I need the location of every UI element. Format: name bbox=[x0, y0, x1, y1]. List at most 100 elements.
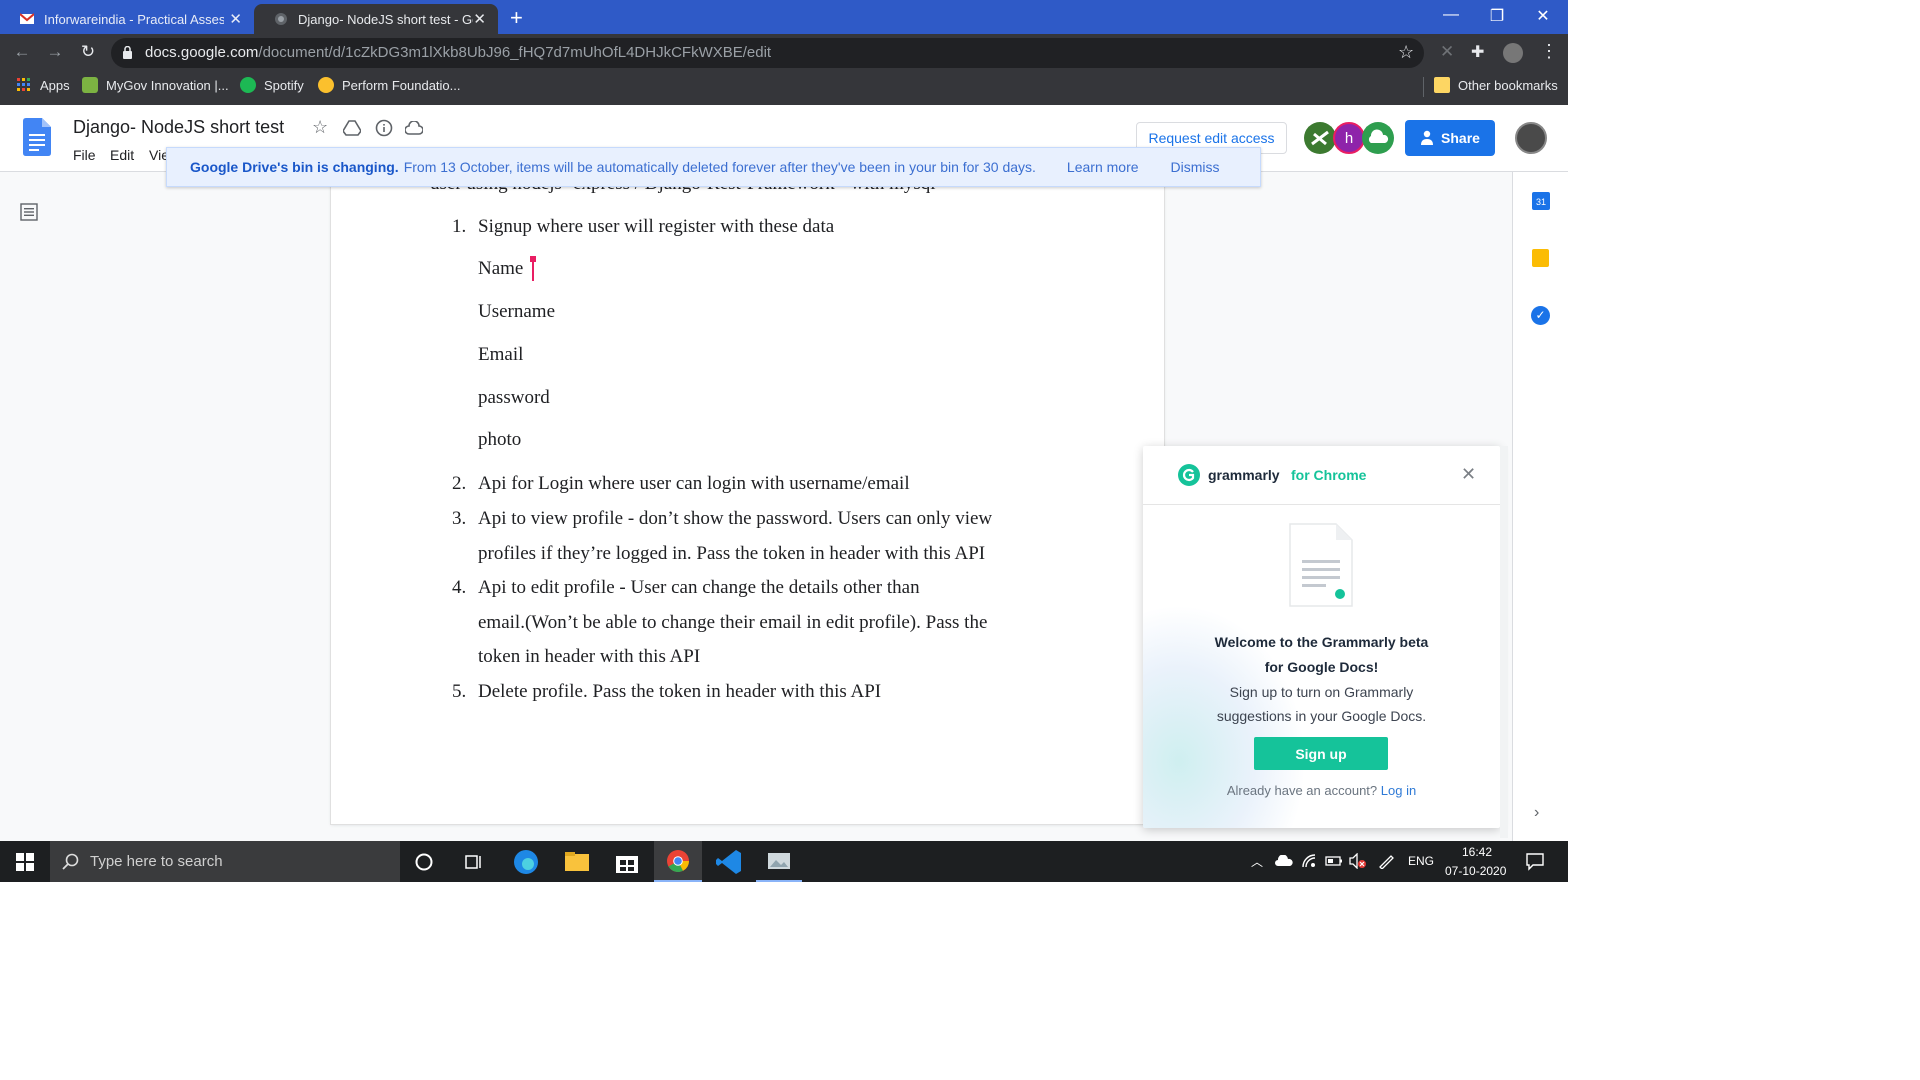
windows-start-icon[interactable] bbox=[16, 853, 34, 871]
bookmark-mygov[interactable]: MyGov Innovation |... bbox=[82, 77, 229, 93]
expand-panel-icon[interactable]: › bbox=[1534, 804, 1539, 822]
cloud-icon bbox=[1368, 129, 1389, 143]
list-number: 2. bbox=[452, 473, 467, 494]
language-indicator[interactable]: ENG bbox=[1408, 854, 1434, 868]
extensions-puzzle-icon[interactable]: ✚ bbox=[1471, 42, 1484, 62]
welcome-line-1: Welcome to the Grammarly beta bbox=[1214, 634, 1429, 650]
drive-move-icon[interactable] bbox=[343, 120, 361, 136]
close-window-icon[interactable]: ✕ bbox=[1520, 6, 1566, 26]
cortana-icon[interactable] bbox=[414, 852, 434, 872]
grammarly-popup: grammarly for Chrome ✕ Welcome to the Gr… bbox=[1143, 446, 1500, 828]
bookmark-star-icon[interactable]: ☆ bbox=[1398, 42, 1414, 63]
url-text[interactable]: docs.google.com/document/d/1cZkDG3m1lXkb… bbox=[145, 44, 771, 61]
pen-icon[interactable] bbox=[1378, 853, 1396, 869]
account-avatar[interactable] bbox=[1515, 122, 1547, 154]
list-number: 4. bbox=[452, 577, 467, 598]
profile-avatar[interactable] bbox=[1503, 43, 1523, 63]
info-icon[interactable] bbox=[375, 119, 393, 137]
file-explorer-icon[interactable] bbox=[562, 848, 592, 876]
edge-icon[interactable] bbox=[511, 848, 541, 876]
wifi-icon[interactable] bbox=[1301, 853, 1317, 869]
drive-bin-banner: Google Drive's bin is changing. From 13 … bbox=[166, 147, 1261, 187]
document-title[interactable]: Django- NodeJS short test bbox=[73, 117, 284, 138]
search-placeholder: Type here to search bbox=[90, 853, 223, 870]
clock-time[interactable]: 16:42 bbox=[1462, 845, 1492, 859]
tasks-icon[interactable]: ✓ bbox=[1531, 306, 1550, 325]
tab-title: Inforwareindia - Practical Assessm bbox=[44, 11, 224, 27]
grammarly-header: grammarly for Chrome ✕ bbox=[1143, 446, 1500, 505]
scrollbar-track[interactable] bbox=[1500, 446, 1508, 838]
store-icon[interactable] bbox=[612, 848, 642, 876]
welcome-line-2: for Google Docs! bbox=[1264, 659, 1379, 675]
folder-icon bbox=[1434, 77, 1450, 93]
login-link[interactable]: Log in bbox=[1381, 783, 1416, 798]
forward-icon[interactable]: → bbox=[43, 42, 67, 62]
list-item-text: Api to edit profile - User can change th… bbox=[478, 577, 920, 598]
bookmark-perform[interactable]: Perform Foundatio... bbox=[318, 77, 461, 93]
extension-x-icon[interactable]: ✕ bbox=[1440, 42, 1454, 62]
bookmark-spotify[interactable]: Spotify bbox=[240, 77, 304, 93]
lock-icon bbox=[123, 46, 132, 59]
bookmark-label: Other bookmarks bbox=[1458, 77, 1558, 93]
menu-edit[interactable]: Edit bbox=[110, 147, 134, 163]
cloud-status-icon[interactable] bbox=[405, 121, 423, 135]
volume-muted-icon[interactable] bbox=[1349, 853, 1367, 869]
dismiss-button[interactable]: Dismiss bbox=[1171, 159, 1220, 175]
minimize-icon[interactable]: — bbox=[1428, 6, 1474, 24]
back-icon[interactable]: ← bbox=[10, 42, 34, 62]
chrome-icon bbox=[667, 850, 689, 872]
learn-more-link[interactable]: Learn more bbox=[1067, 159, 1139, 175]
bookmark-label: MyGov Innovation |... bbox=[106, 77, 229, 93]
notifications-icon[interactable] bbox=[1525, 851, 1545, 871]
browser-tab-gmail[interactable]: Inforwareindia - Practical Assessm ✕ bbox=[0, 4, 254, 34]
chrome-taskbar-button[interactable] bbox=[654, 841, 702, 882]
star-icon[interactable]: ☆ bbox=[312, 117, 328, 138]
calendar-icon[interactable]: 31 bbox=[1532, 192, 1550, 210]
grammarly-signup-button[interactable]: Sign up bbox=[1254, 737, 1388, 770]
collaborator-avatar-h[interactable]: h bbox=[1333, 122, 1365, 154]
search-icon bbox=[62, 853, 79, 870]
chrome-menu-icon[interactable]: ⋮ bbox=[1540, 41, 1558, 62]
keep-icon[interactable] bbox=[1532, 249, 1549, 267]
bookmark-apps[interactable]: Apps bbox=[16, 77, 70, 93]
have-account-text: Already have an account? bbox=[1226, 783, 1378, 798]
grammarly-logo-icon bbox=[1178, 464, 1200, 486]
close-icon[interactable]: ✕ bbox=[1461, 464, 1476, 485]
document-illustration-icon bbox=[1289, 523, 1353, 607]
vscode-icon[interactable] bbox=[714, 848, 744, 876]
banner-headline: Google Drive's bin is changing. bbox=[190, 159, 399, 175]
share-label: Share bbox=[1441, 130, 1480, 146]
field-name: Name bbox=[478, 258, 524, 279]
collaborator-avatar[interactable] bbox=[1304, 122, 1336, 154]
menu-file[interactable]: File bbox=[73, 147, 96, 163]
new-tab-button[interactable]: + bbox=[510, 5, 523, 31]
onedrive-icon[interactable] bbox=[1275, 855, 1293, 867]
spotify-icon bbox=[240, 77, 256, 93]
tray-chevron-icon[interactable]: ︿ bbox=[1251, 853, 1263, 870]
list-item-text: token in header with this API bbox=[478, 646, 701, 667]
list-item-text: Api for Login where user can login with … bbox=[478, 473, 910, 494]
taskbar-search-box[interactable]: Type here to search bbox=[50, 841, 400, 882]
google-docs-logo-icon[interactable] bbox=[23, 118, 51, 156]
share-button[interactable]: Share bbox=[1405, 120, 1495, 156]
maximize-icon[interactable]: ❐ bbox=[1474, 6, 1520, 26]
list-item-text: Delete profile. Pass the token in header… bbox=[478, 681, 882, 702]
reload-icon[interactable]: ↻ bbox=[76, 42, 100, 62]
bookmark-other[interactable]: Other bookmarks bbox=[1434, 77, 1558, 93]
browser-tab-docs[interactable]: Django- NodeJS short test - Goo ✕ bbox=[254, 4, 498, 34]
task-view-icon[interactable] bbox=[464, 852, 484, 872]
list-number: 5. bbox=[452, 681, 467, 702]
collaborator-avatar[interactable] bbox=[1362, 122, 1394, 154]
clock-date[interactable]: 07-10-2020 bbox=[1445, 864, 1506, 878]
close-tab-icon[interactable]: ✕ bbox=[229, 10, 242, 28]
battery-icon[interactable] bbox=[1325, 855, 1343, 867]
outline-icon[interactable] bbox=[20, 203, 38, 221]
photos-taskbar-button[interactable] bbox=[756, 841, 802, 882]
list-item-text: Api to view profile - don’t show the pas… bbox=[478, 508, 993, 529]
close-tab-icon[interactable]: ✕ bbox=[473, 10, 486, 28]
shopping-bag-icon bbox=[616, 856, 638, 873]
tab-title: Django- NodeJS short test - Goo bbox=[298, 11, 473, 27]
bookmark-label: Spotify bbox=[264, 77, 304, 93]
list-item-text: profiles if they’re logged in. Pass the … bbox=[478, 543, 986, 564]
document-page[interactable] bbox=[331, 172, 1164, 824]
